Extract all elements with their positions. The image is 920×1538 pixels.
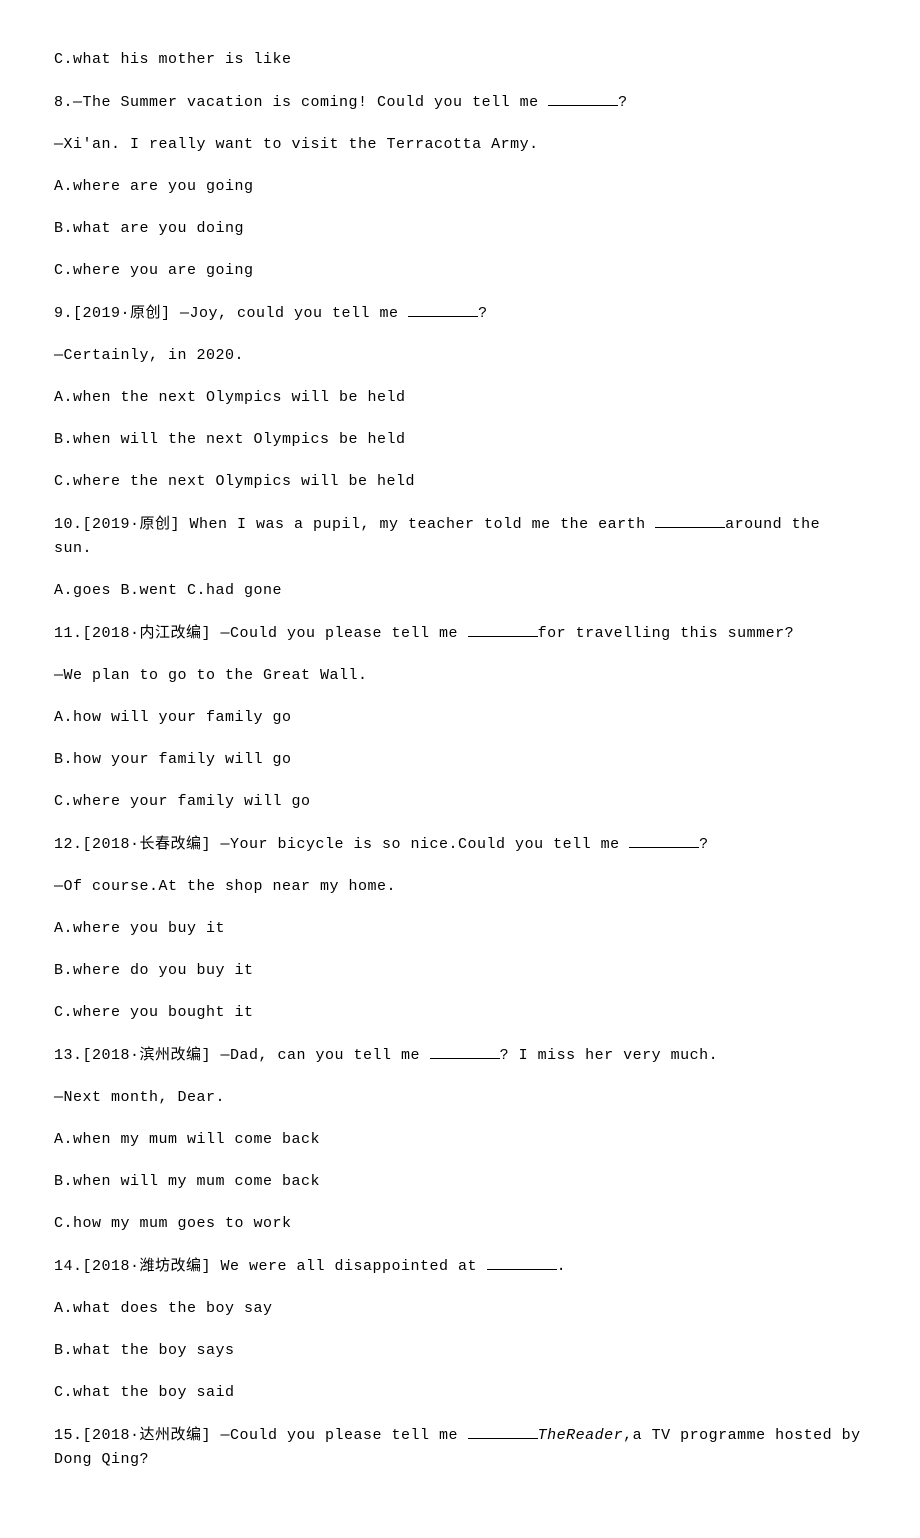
blank [629,832,699,848]
q11-prompt: 11.[2018·内江改编] —Could you please tell me… [54,621,866,646]
q13-option-b: B.when will my mum come back [54,1170,866,1194]
blank [655,512,725,528]
q9-prompt-post: ? [478,305,488,322]
q15-prompt: 15.[2018·达州改编] —Could you please tell me… [54,1423,866,1472]
q15-prompt-pre: 15.[2018·达州改编] —Could you please tell me [54,1427,468,1444]
q13-option-c: C.how my mum goes to work [54,1212,866,1236]
blank [430,1043,500,1059]
q9-option-b: B.when will the next Olympics be held [54,428,866,452]
q13-prompt-pre: 13.[2018·滨州改编] —Dad, can you tell me [54,1047,430,1064]
q13-response: —Next month, Dear. [54,1086,866,1110]
q10-options: A.goes B.went C.had gone [54,579,866,603]
q12-prompt-post: ? [699,836,709,853]
q13-prompt: 13.[2018·滨州改编] —Dad, can you tell me ? I… [54,1043,866,1068]
blank [487,1254,557,1270]
q11-prompt-pre: 11.[2018·内江改编] —Could you please tell me [54,625,468,642]
q14-prompt: 14.[2018·潍坊改编] We were all disappointed … [54,1254,866,1279]
q11-option-c: C.where your family will go [54,790,866,814]
q14-option-b: B.what the boy says [54,1339,866,1363]
blank [468,1423,538,1439]
q14-option-a: A.what does the boy say [54,1297,866,1321]
q8-prompt: 8.—The Summer vacation is coming! Could … [54,90,866,115]
q15-italic-title: TheReader [538,1427,624,1444]
q9-option-a: A.when the next Olympics will be held [54,386,866,410]
q8-prompt-pre: 8.—The Summer vacation is coming! Could … [54,94,548,111]
q9-response: —Certainly, in 2020. [54,344,866,368]
q8-option-c: C.where you are going [54,259,866,283]
q9-option-c: C.where the next Olympics will be held [54,470,866,494]
q11-option-a: A.how will your family go [54,706,866,730]
q12-option-c: C.where you bought it [54,1001,866,1025]
q14-prompt-post: . [557,1258,567,1275]
q13-option-a: A.when my mum will come back [54,1128,866,1152]
q12-option-a: A.where you buy it [54,917,866,941]
q9-prompt: 9.[2019·原创] —Joy, could you tell me ? [54,301,866,326]
q7-option-c: C.what his mother is like [54,48,866,72]
q14-option-c: C.what the boy said [54,1381,866,1405]
q8-response: —Xi'an. I really want to visit the Terra… [54,133,866,157]
q10-prompt-pre: 10.[2019·原创] When I was a pupil, my teac… [54,516,655,533]
q11-response: —We plan to go to the Great Wall. [54,664,866,688]
q12-response: —Of course.At the shop near my home. [54,875,866,899]
blank [548,90,618,106]
q14-prompt-pre: 14.[2018·潍坊改编] We were all disappointed … [54,1258,487,1275]
q8-option-a: A.where are you going [54,175,866,199]
q8-option-b: B.what are you doing [54,217,866,241]
q9-prompt-pre: 9.[2019·原创] —Joy, could you tell me [54,305,408,322]
q12-option-b: B.where do you buy it [54,959,866,983]
q13-prompt-post: ? I miss her very much. [500,1047,719,1064]
blank [468,621,538,637]
q8-prompt-post: ? [618,94,628,111]
q12-prompt-pre: 12.[2018·长春改编] —Your bicycle is so nice.… [54,836,629,853]
q12-prompt: 12.[2018·长春改编] —Your bicycle is so nice.… [54,832,866,857]
blank [408,301,478,317]
q11-prompt-post: for travelling this summer? [538,625,795,642]
q11-option-b: B.how your family will go [54,748,866,772]
q10-prompt: 10.[2019·原创] When I was a pupil, my teac… [54,512,866,561]
